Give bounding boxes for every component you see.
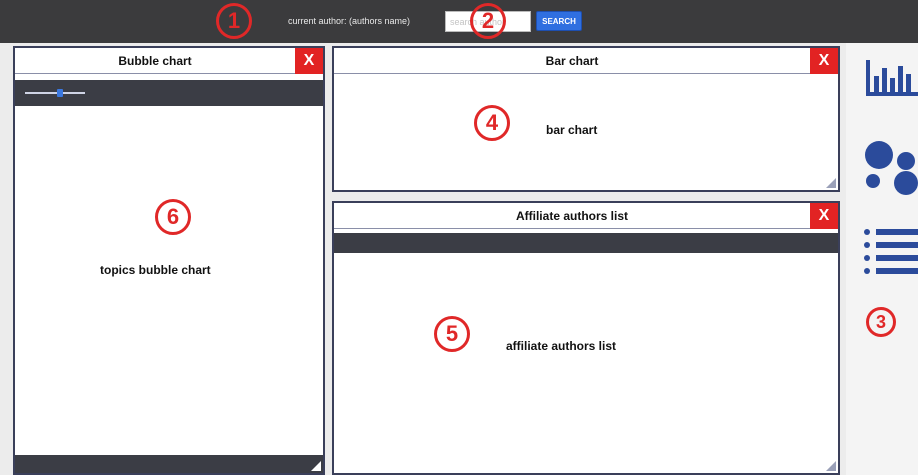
close-button[interactable]: X: [810, 48, 838, 74]
resize-handle-icon[interactable]: [826, 461, 836, 471]
bar-chart-panel: Bar chart X 4 bar chart: [332, 46, 840, 192]
bubble-chart-area: topics bubble chart: [100, 263, 211, 277]
panel-header: Affiliate authors list X: [334, 203, 838, 229]
bubble-toolbar: [15, 80, 323, 106]
panel-title: Affiliate authors list: [515, 209, 628, 223]
close-button[interactable]: X: [810, 203, 838, 229]
affiliate-authors-area: affiliate authors list: [506, 339, 617, 353]
slider-track: [25, 92, 85, 94]
annotation-marker-5: 5: [434, 316, 470, 352]
panel-header: Bubble chart X: [15, 48, 323, 74]
bubble-chart-panel: Bubble chart X 6 topics bubble chart: [13, 46, 325, 475]
annotation-marker-4: 4: [474, 105, 510, 141]
resize-handle-icon[interactable]: [311, 461, 321, 471]
panel-title: Bar chart: [545, 54, 599, 68]
affiliate-authors-panel: Affiliate authors list X 5 affiliate aut…: [332, 201, 840, 475]
current-author-label: current author: (authors name): [288, 16, 411, 26]
affiliate-toolbar: [334, 233, 838, 253]
widget-sidebar: 3: [846, 43, 918, 475]
bubble-chart-icon[interactable]: [864, 139, 918, 195]
annotation-marker-6: 6: [155, 199, 191, 235]
list-icon[interactable]: [864, 228, 918, 276]
slider-thumb[interactable]: [57, 89, 63, 97]
resize-handle-icon[interactable]: [826, 178, 836, 188]
annotation-marker-1: 1: [216, 3, 252, 39]
bar-chart-icon[interactable]: [866, 56, 918, 96]
panel-footer: [15, 455, 323, 473]
panel-title: Bubble chart: [118, 54, 192, 68]
annotation-marker-3: 3: [866, 307, 896, 337]
top-bar: current author: (authors name) SEARCH: [0, 0, 918, 43]
panel-header: Bar chart X: [334, 48, 838, 74]
bar-chart-area: bar chart: [546, 123, 598, 137]
annotation-marker-2: 2: [470, 3, 506, 39]
close-button[interactable]: X: [295, 48, 323, 74]
search-button[interactable]: SEARCH: [536, 11, 582, 31]
size-slider[interactable]: [25, 89, 85, 97]
